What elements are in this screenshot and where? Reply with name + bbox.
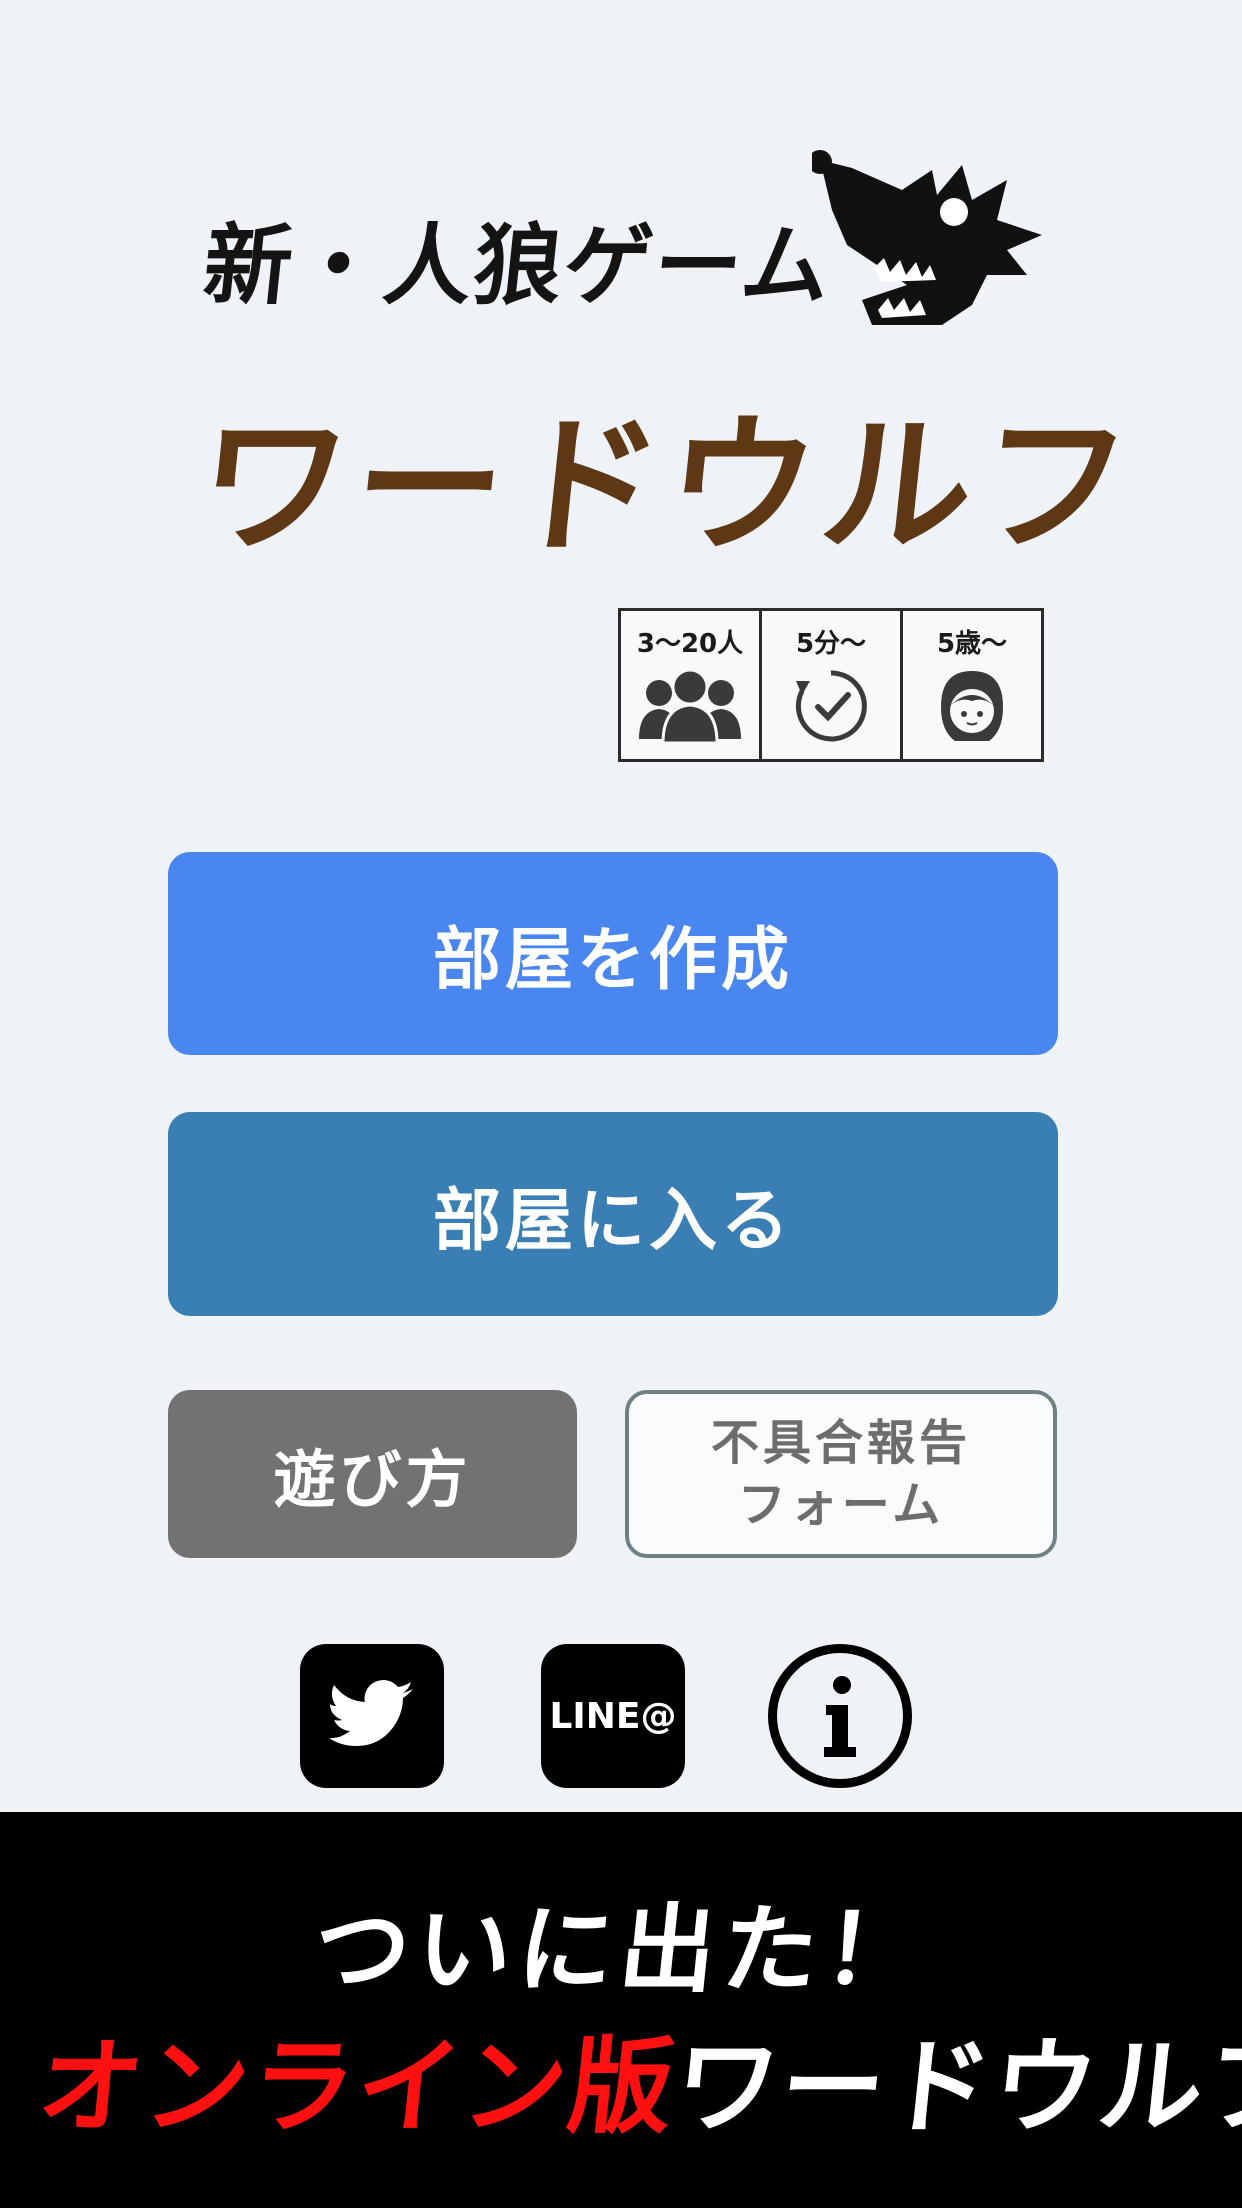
promo-banner: ついに出た！ オンライン版ワードウルフ！ (0, 1812, 1242, 2208)
line-label: LINE@ (549, 1695, 677, 1737)
promo-wordwolf-text: ワードウルフ！ (668, 2026, 1242, 2148)
bug-report-form-button[interactable]: 不具合報告 フォーム (625, 1390, 1057, 1558)
promo-line2: オンライン版ワードウルフ！ (32, 2002, 1242, 2153)
join-room-button[interactable]: 部屋に入る (168, 1112, 1058, 1316)
report-label-line1: 不具合報告 (710, 1415, 971, 1471)
age-label: 5歳〜 (936, 629, 1008, 659)
wolf-head-icon (812, 150, 1042, 325)
age-badge: 5歳〜 (903, 611, 1041, 759)
info-icon (824, 1676, 856, 1757)
time-label: 5分〜 (795, 629, 867, 659)
info-button[interactable] (768, 1644, 912, 1788)
twitter-button[interactable] (300, 1644, 444, 1788)
report-label-line2: フォーム (737, 1477, 945, 1533)
create-room-button[interactable]: 部屋を作成 (168, 852, 1058, 1055)
players-badge: 3〜20人 (621, 611, 762, 759)
subtitle: 新・人狼ゲーム (198, 214, 838, 317)
line-button[interactable]: LINE@ (541, 1644, 685, 1788)
promo-online-text: オンライン版 (32, 2026, 682, 2148)
twitter-bird-icon (329, 1680, 413, 1746)
players-label: 3〜20人 (636, 629, 744, 659)
game-info-panel: 3〜20人 5分〜 5歳〜 (618, 608, 1044, 762)
promo-line1: ついに出た！ (308, 1894, 932, 2006)
child-icon (941, 671, 1003, 741)
time-badge: 5分〜 (762, 611, 903, 759)
clock-icon (795, 670, 867, 742)
people-icon (639, 668, 741, 745)
how-to-play-button[interactable]: 遊び方 (168, 1390, 577, 1558)
app-title: ワードウルフ (189, 400, 1144, 574)
